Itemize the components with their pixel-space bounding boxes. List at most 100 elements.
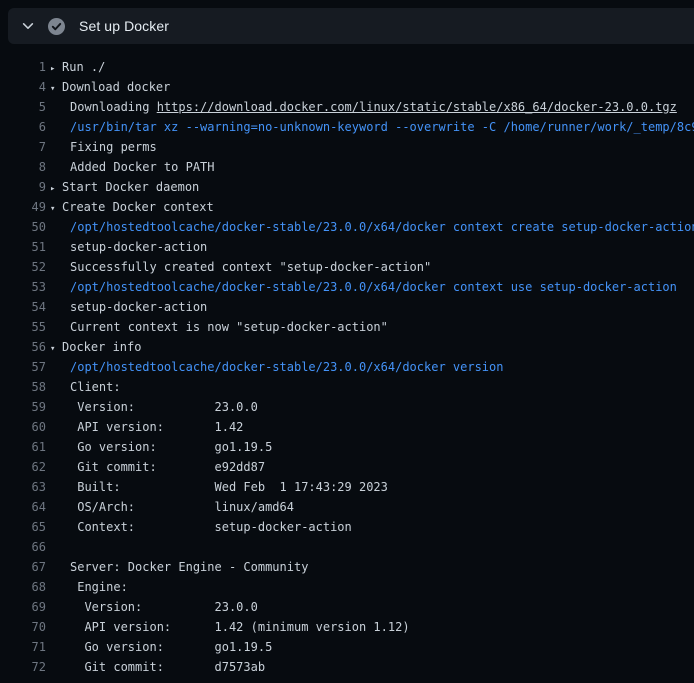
line-number[interactable]: 56 <box>0 337 46 357</box>
log-line: 57/opt/hostedtoolcache/docker-stable/23.… <box>0 357 694 377</box>
log-link[interactable]: https://download.docker.com/linux/static… <box>157 100 677 114</box>
log-line: 5 Downloading https://download.docker.com… <box>0 97 694 117</box>
log-line: 55Current context is now "setup-docker-a… <box>0 317 694 337</box>
log-text: setup-docker-action <box>50 237 207 257</box>
check-circle-icon <box>48 18 65 35</box>
log-text: setup-docker-action <box>50 297 207 317</box>
log-line: 53/opt/hostedtoolcache/docker-stable/23.… <box>0 277 694 297</box>
line-number[interactable]: 54 <box>0 297 46 317</box>
log-text: Client: <box>50 377 121 397</box>
chevron-down-icon[interactable]: ▾ <box>50 339 62 358</box>
log-line: 59 Version: 23.0.0 <box>0 397 694 417</box>
log-text: Server: Docker Engine - Community <box>50 557 308 577</box>
log-line: 54setup-docker-action <box>0 297 694 317</box>
line-number[interactable]: 55 <box>0 317 46 337</box>
log-line: 52Successfully created context "setup-do… <box>0 257 694 277</box>
log-line[interactable]: 1▸Run ./ <box>0 57 694 77</box>
log-text <box>50 537 70 557</box>
line-number[interactable]: 64 <box>0 497 46 517</box>
log-text: Go version: go1.19.5 <box>50 637 272 657</box>
log-line: 8Added Docker to PATH <box>0 157 694 177</box>
log-text: Current context is now "setup-docker-act… <box>50 317 388 337</box>
log-text: Built: Wed Feb 1 17:43:29 2023 <box>50 477 388 497</box>
line-number[interactable]: 61 <box>0 437 46 457</box>
line-number[interactable]: 70 <box>0 617 46 637</box>
line-number[interactable]: 8 <box>0 157 46 177</box>
line-number[interactable]: 5 <box>0 97 46 117</box>
log-text: Downloading <box>70 100 157 114</box>
log-line: 63 Built: Wed Feb 1 17:43:29 2023 <box>0 477 694 497</box>
line-number[interactable]: 65 <box>0 517 46 537</box>
group-title[interactable]: Download docker <box>62 80 170 94</box>
log-line: 7Fixing perms <box>0 137 694 157</box>
log-line: 6/usr/bin/tar xz --warning=no-unknown-ke… <box>0 117 694 137</box>
log-container: 1▸Run ./4▾Download docker5Downloading ht… <box>0 44 694 677</box>
line-number[interactable]: 4 <box>0 77 46 97</box>
line-number[interactable]: 51 <box>0 237 46 257</box>
log-line: 60 API version: 1.42 <box>0 417 694 437</box>
log-text: API version: 1.42 <box>50 417 243 437</box>
log-text: Version: 23.0.0 <box>50 597 258 617</box>
log-line: 61 Go version: go1.19.5 <box>0 437 694 457</box>
log-line: 51setup-docker-action <box>0 237 694 257</box>
step-header[interactable]: Set up Docker <box>8 8 694 44</box>
log-text: Version: 23.0.0 <box>50 397 258 417</box>
group-title[interactable]: Create Docker context <box>62 200 214 214</box>
log-line[interactable]: 9▸Start Docker daemon <box>0 177 694 197</box>
log-text: Context: setup-docker-action <box>50 517 352 537</box>
log-line: 68 Engine: <box>0 577 694 597</box>
chevron-down-icon[interactable]: ▾ <box>50 199 62 218</box>
log-line: 66 <box>0 537 694 557</box>
log-line[interactable]: 49▾Create Docker context <box>0 197 694 217</box>
chevron-right-icon[interactable]: ▸ <box>50 59 62 78</box>
log-line: 64 OS/Arch: linux/amd64 <box>0 497 694 517</box>
log-text: Fixing perms <box>50 137 157 157</box>
line-number[interactable]: 72 <box>0 657 46 677</box>
line-number[interactable]: 1 <box>0 57 46 77</box>
log-text: Go version: go1.19.5 <box>50 437 272 457</box>
line-number[interactable]: 68 <box>0 577 46 597</box>
line-number[interactable]: 71 <box>0 637 46 657</box>
command-text: /usr/bin/tar xz --warning=no-unknown-key… <box>50 117 694 137</box>
line-number[interactable]: 69 <box>0 597 46 617</box>
line-number[interactable]: 67 <box>0 557 46 577</box>
command-text: /opt/hostedtoolcache/docker-stable/23.0.… <box>50 277 677 297</box>
line-number[interactable]: 63 <box>0 477 46 497</box>
log-text: Successfully created context "setup-dock… <box>50 257 431 277</box>
line-number[interactable]: 62 <box>0 457 46 477</box>
line-number[interactable]: 50 <box>0 217 46 237</box>
line-number[interactable]: 57 <box>0 357 46 377</box>
log-text: API version: 1.42 (minimum version 1.12) <box>50 617 410 637</box>
line-number[interactable]: 52 <box>0 257 46 277</box>
line-number[interactable]: 58 <box>0 377 46 397</box>
step-title: Set up Docker <box>79 18 169 34</box>
line-number[interactable]: 60 <box>0 417 46 437</box>
group-title[interactable]: Start Docker daemon <box>62 180 199 194</box>
chevron-down-icon[interactable] <box>20 18 36 34</box>
line-number[interactable]: 66 <box>0 537 46 557</box>
line-number[interactable]: 59 <box>0 397 46 417</box>
command-text: /opt/hostedtoolcache/docker-stable/23.0.… <box>50 357 503 377</box>
command-text: /opt/hostedtoolcache/docker-stable/23.0.… <box>50 217 694 237</box>
line-number[interactable]: 6 <box>0 117 46 137</box>
log-line[interactable]: 56▾Docker info <box>0 337 694 357</box>
log-text: OS/Arch: linux/amd64 <box>50 497 294 517</box>
log-text: Git commit: e92dd87 <box>50 457 265 477</box>
line-number[interactable]: 9 <box>0 177 46 197</box>
group-title[interactable]: Run ./ <box>62 60 105 74</box>
line-number[interactable]: 49 <box>0 197 46 217</box>
chevron-down-icon[interactable]: ▾ <box>50 79 62 98</box>
line-number[interactable]: 53 <box>0 277 46 297</box>
log-line: 72 Git commit: d7573ab <box>0 657 694 677</box>
log-line: 70 API version: 1.42 (minimum version 1.… <box>0 617 694 637</box>
log-text: Added Docker to PATH <box>50 157 215 177</box>
chevron-right-icon[interactable]: ▸ <box>50 179 62 198</box>
log-text: Engine: <box>50 577 128 597</box>
group-title[interactable]: Docker info <box>62 340 141 354</box>
log-line: 69 Version: 23.0.0 <box>0 597 694 617</box>
log-line[interactable]: 4▾Download docker <box>0 77 694 97</box>
log-line: 71 Go version: go1.19.5 <box>0 637 694 657</box>
log-line: 50/opt/hostedtoolcache/docker-stable/23.… <box>0 217 694 237</box>
line-number[interactable]: 7 <box>0 137 46 157</box>
log-line: 58Client: <box>0 377 694 397</box>
